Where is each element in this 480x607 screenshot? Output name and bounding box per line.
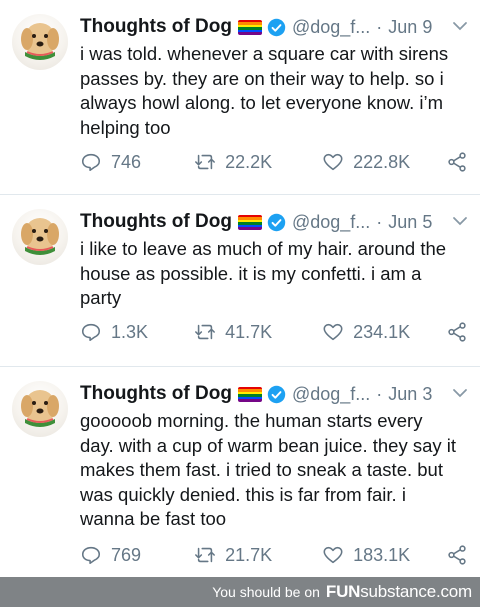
avatar[interactable] [12, 14, 68, 70]
tweet-actions: 746 22.2K 222.8K [80, 150, 468, 174]
tweet[interactable]: Thoughts of Dog @dog_f... · Jun 5 i like… [0, 195, 480, 367]
heart-icon [323, 546, 343, 564]
verified-badge-icon [267, 385, 286, 403]
tweet-text: gooooob morning. the human starts every … [80, 410, 457, 529]
watermark-brand-suffix: .com [435, 582, 472, 601]
retweet-count: 22.2K [225, 151, 273, 172]
tweet-header: Thoughts of Dog @dog_f... · Jun 9 [80, 14, 468, 40]
rainbow-flag-icon [237, 214, 262, 230]
heart-icon [323, 323, 343, 341]
like-button[interactable]: 222.8K [322, 151, 446, 173]
rainbow-flag-icon [237, 19, 262, 35]
like-button[interactable]: 183.1K [322, 544, 446, 566]
retweet-count: 41.7K [225, 321, 273, 342]
author-name[interactable]: Thoughts of Dog [80, 211, 232, 233]
reply-icon [81, 323, 101, 342]
share-icon [448, 322, 466, 342]
retweet-icon [195, 154, 216, 170]
separator-dot: · [376, 16, 383, 37]
watermark-brand-rest: substance [360, 582, 436, 601]
like-count: 183.1K [353, 544, 411, 565]
share-icon [448, 152, 466, 172]
author-handle[interactable]: @dog_f... [292, 212, 370, 233]
tweet-text: i like to leave as much of my hair. arou… [80, 238, 447, 308]
share-button[interactable] [446, 544, 468, 566]
separator-dot: · [376, 211, 383, 232]
dog-avatar-image [21, 23, 59, 60]
avatar[interactable] [12, 209, 68, 265]
reply-icon [81, 546, 101, 565]
avatar[interactable] [12, 381, 68, 437]
chevron-down-icon[interactable] [452, 18, 468, 34]
like-count: 234.1K [353, 321, 411, 342]
watermark-brand-bold: FUN [325, 582, 361, 601]
separator-dot: · [376, 383, 383, 404]
like-button[interactable]: 234.1K [322, 321, 446, 343]
tweet-text: i was told. whenever a square car with s… [80, 43, 449, 138]
heart-icon [323, 153, 343, 171]
author-handle[interactable]: @dog_f... [292, 17, 370, 38]
verified-badge-icon [267, 18, 286, 36]
like-count: 222.8K [353, 151, 411, 172]
tweet[interactable]: Thoughts of Dog @dog_f... · Jun 3 gooooo… [0, 367, 480, 577]
dog-avatar-image [21, 218, 59, 255]
share-button[interactable] [446, 321, 468, 343]
tweet-header: Thoughts of Dog @dog_f... · Jun 3 [80, 381, 468, 407]
chevron-down-icon[interactable] [452, 385, 468, 401]
tweet-actions: 769 21.7K 183.1K [80, 543, 468, 567]
tweet-date[interactable]: Jun 3 [388, 384, 432, 405]
share-button[interactable] [446, 151, 468, 173]
tweet-header: Thoughts of Dog @dog_f... · Jun 5 [80, 209, 468, 235]
tweet-actions: 1.3K 41.7K 234.1K [80, 320, 468, 344]
retweet-icon [195, 324, 216, 340]
tweet-date[interactable]: Jun 9 [388, 17, 432, 38]
verified-badge-icon [267, 213, 286, 231]
dog-avatar-image [21, 390, 59, 427]
tweet-date[interactable]: Jun 5 [388, 212, 432, 233]
author-handle[interactable]: @dog_f... [292, 384, 370, 405]
retweet-icon [195, 547, 216, 563]
author-name[interactable]: Thoughts of Dog [80, 383, 232, 405]
reply-button[interactable]: 746 [80, 151, 188, 173]
author-name[interactable]: Thoughts of Dog [80, 16, 232, 38]
watermark-banner: You should be on FUNsubstance.com [0, 577, 480, 607]
watermark-note: You should be on [212, 584, 320, 600]
chevron-down-icon[interactable] [452, 213, 468, 229]
retweet-button[interactable]: 22.2K [194, 151, 312, 173]
rainbow-flag-icon [237, 386, 262, 402]
retweet-button[interactable]: 41.7K [194, 321, 312, 343]
reply-icon [81, 153, 101, 172]
retweet-count: 21.7K [225, 544, 273, 565]
tweet[interactable]: Thoughts of Dog @dog_f... · Jun 9 i was … [0, 0, 480, 195]
watermark-logo: FUNsubstance.com [326, 582, 472, 602]
reply-button[interactable]: 1.3K [80, 321, 188, 343]
reply-button[interactable]: 769 [80, 544, 188, 566]
retweet-button[interactable]: 21.7K [194, 544, 312, 566]
reply-count: 746 [111, 151, 142, 172]
reply-count: 1.3K [111, 321, 149, 342]
reply-count: 769 [111, 544, 142, 565]
share-icon [448, 545, 466, 565]
